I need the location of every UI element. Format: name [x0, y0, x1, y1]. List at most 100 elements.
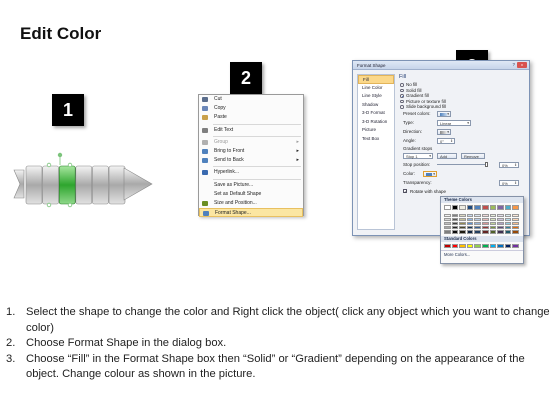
color-swatch[interactable]: [504, 217, 512, 221]
color-swatch[interactable]: [497, 217, 504, 221]
stop-position-input[interactable]: 0% ⇕: [499, 161, 519, 168]
stop-position-slider[interactable]: [437, 163, 487, 165]
color-swatch[interactable]: [489, 213, 497, 217]
sidebar-item-line-style[interactable]: Line Style: [358, 92, 394, 101]
radio-button[interactable]: [400, 88, 404, 93]
sidebar-item-text-box[interactable]: Text Box: [358, 135, 394, 144]
radio-button[interactable]: [400, 94, 404, 98]
color-swatch[interactable]: [466, 205, 474, 210]
angle-input[interactable]: 0° ⇕: [437, 137, 455, 144]
slider-thumb[interactable]: [485, 161, 488, 167]
color-swatch[interactable]: [444, 217, 451, 221]
color-swatch[interactable]: [512, 226, 519, 230]
color-swatch[interactable]: [512, 213, 519, 217]
arrow-shape[interactable]: [12, 152, 162, 218]
color-swatch[interactable]: [444, 230, 451, 234]
color-swatch[interactable]: [451, 243, 459, 249]
color-swatch[interactable]: [481, 243, 489, 249]
color-swatch[interactable]: [451, 221, 459, 226]
color-swatch[interactable]: [451, 217, 459, 221]
color-swatch[interactable]: [474, 217, 481, 221]
color-picker-button[interactable]: ▾: [423, 170, 437, 177]
color-swatch[interactable]: [474, 243, 481, 249]
menu-item-size-and-position[interactable]: Size and Position...: [199, 199, 303, 208]
color-swatch[interactable]: [466, 226, 474, 230]
color-swatch[interactable]: [504, 226, 512, 230]
color-swatch[interactable]: [497, 221, 504, 226]
sidebar-item-3-d-rotation[interactable]: 3-D Rotation: [358, 118, 394, 127]
sidebar-item-shadow[interactable]: Shadow: [358, 101, 394, 110]
menu-item-hyperlink[interactable]: Hyperlink...: [199, 168, 303, 177]
color-swatch[interactable]: [489, 230, 497, 234]
radio-button[interactable]: [400, 99, 404, 104]
color-swatch[interactable]: [474, 226, 481, 230]
selected-segment[interactable]: [58, 165, 76, 205]
color-swatch[interactable]: [466, 213, 474, 217]
color-swatch[interactable]: [466, 243, 474, 249]
color-swatch[interactable]: [512, 243, 519, 249]
color-swatch[interactable]: [444, 226, 451, 230]
color-swatch[interactable]: [466, 230, 474, 234]
color-swatch[interactable]: [481, 205, 489, 210]
menu-item-send-to-back[interactable]: Send to Back ▸: [199, 156, 303, 165]
color-swatch[interactable]: [466, 221, 474, 226]
color-swatch[interactable]: [474, 205, 481, 210]
color-swatch[interactable]: [474, 213, 481, 217]
color-swatch[interactable]: [459, 230, 466, 234]
menu-item-format-shape[interactable]: Format Shape...: [199, 208, 303, 218]
radio-button[interactable]: [400, 105, 404, 109]
color-swatch[interactable]: [459, 213, 466, 217]
color-swatch[interactable]: [489, 226, 497, 230]
color-swatch[interactable]: [451, 230, 459, 234]
color-swatch[interactable]: [512, 217, 519, 221]
color-swatch[interactable]: [489, 243, 497, 249]
menu-item-group[interactable]: Group ▸: [199, 138, 303, 147]
menu-item-cut[interactable]: Cut: [199, 95, 303, 104]
color-swatch[interactable]: [444, 213, 451, 217]
color-swatch[interactable]: [497, 243, 504, 249]
color-swatch[interactable]: [459, 243, 466, 249]
menu-item-save-as-picture[interactable]: Save as Picture...: [199, 181, 303, 190]
transparency-input[interactable]: 0% ⇕: [499, 179, 519, 186]
color-swatch[interactable]: [459, 226, 466, 230]
menu-item-set-as-default-shape[interactable]: Set as Default Shape: [199, 190, 303, 199]
color-swatch[interactable]: [444, 243, 451, 249]
color-swatch[interactable]: [481, 226, 489, 230]
add-button[interactable]: Add: [437, 152, 457, 159]
arrow-segment[interactable]: [108, 165, 126, 205]
color-swatch[interactable]: [489, 221, 497, 226]
sidebar-item-3-d-format[interactable]: 3-D Format: [358, 109, 394, 118]
menu-item-paste[interactable]: Paste: [199, 113, 303, 122]
color-swatch[interactable]: [504, 230, 512, 234]
color-swatch[interactable]: [451, 205, 459, 210]
color-swatch[interactable]: [512, 221, 519, 226]
arrow-segment[interactable]: [25, 165, 43, 205]
arrow-segment[interactable]: [92, 165, 109, 205]
color-swatch[interactable]: [444, 221, 451, 226]
color-swatch[interactable]: [444, 205, 451, 210]
color-swatch[interactable]: [481, 213, 489, 217]
color-swatch[interactable]: [497, 230, 504, 234]
sidebar-item-picture[interactable]: Picture: [358, 126, 394, 135]
menu-item-copy[interactable]: Copy: [199, 104, 303, 113]
color-swatch[interactable]: [512, 230, 519, 234]
sidebar-item-fill[interactable]: Fill: [358, 75, 394, 84]
color-swatch[interactable]: [481, 230, 489, 234]
direction-button[interactable]: ▾: [437, 128, 451, 135]
color-swatch[interactable]: [497, 205, 504, 210]
remove-button[interactable]: Remove: [461, 152, 485, 159]
sidebar-item-line-color[interactable]: Line Color: [358, 84, 394, 93]
arrow-segment[interactable]: [42, 165, 59, 205]
color-swatch[interactable]: [451, 213, 459, 217]
arrow-segment[interactable]: [75, 165, 93, 205]
stop-select[interactable]: Stop 1 ▾: [403, 152, 433, 159]
color-swatch[interactable]: [504, 205, 512, 210]
more-colors-link[interactable]: More Colors...: [441, 250, 523, 257]
color-swatch[interactable]: [466, 217, 474, 221]
color-swatch[interactable]: [504, 243, 512, 249]
type-select[interactable]: Linear ▾: [437, 119, 471, 126]
color-swatch[interactable]: [504, 221, 512, 226]
menu-item-edit-text[interactable]: Edit Text: [199, 126, 303, 135]
color-swatch[interactable]: [512, 205, 519, 210]
color-swatch[interactable]: [481, 221, 489, 226]
